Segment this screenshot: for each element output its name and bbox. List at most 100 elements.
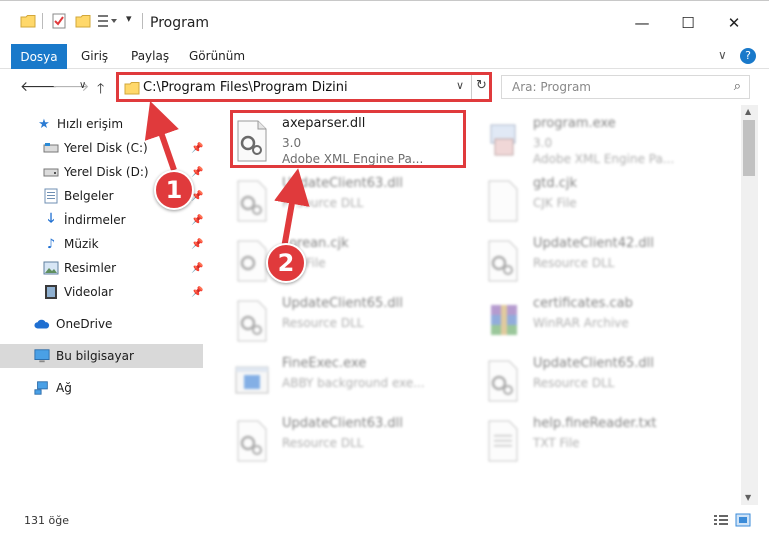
search-icon[interactable]: ⌕ bbox=[734, 79, 741, 94]
file-item[interactable]: UpdateClient42.dll Resource DLL bbox=[465, 229, 705, 289]
minimize-button[interactable]: — bbox=[622, 9, 662, 37]
help-icon[interactable]: ? bbox=[740, 48, 756, 64]
file-item[interactable]: UpdateClient63.dll Resource DLL bbox=[214, 409, 454, 469]
dll-gear-icon bbox=[234, 419, 270, 463]
computer-icon bbox=[34, 348, 50, 364]
download-icon: 🡓 bbox=[47, 211, 55, 226]
folder-icon bbox=[124, 80, 140, 99]
step-1-badge: 1 bbox=[154, 170, 194, 210]
recent-locations-icon[interactable]: ∨ bbox=[79, 80, 86, 91]
file-item[interactable]: certificates.cab WinRAR Archive bbox=[465, 289, 705, 349]
file-description: Adobe XML Engine Pa... bbox=[533, 152, 675, 166]
item-count: 131 öğe bbox=[24, 514, 69, 527]
search-box[interactable]: Ara: Program ⌕ bbox=[501, 75, 750, 99]
tab-view[interactable]: Görünüm bbox=[189, 49, 245, 63]
search-input[interactable]: Ara: Program bbox=[512, 80, 591, 94]
text-file-icon bbox=[485, 419, 521, 463]
pin-icon[interactable]: 📌 bbox=[191, 215, 203, 226]
file-name: gtd.cjk bbox=[533, 176, 578, 191]
refresh-icon[interactable]: ↻ bbox=[476, 78, 487, 93]
file-name: UpdateClient65.dll bbox=[282, 296, 403, 311]
scroll-up-icon[interactable]: ▲ bbox=[745, 107, 751, 116]
pin-icon[interactable]: 📌 bbox=[191, 287, 203, 298]
file-name: help.fineReader.txt bbox=[533, 416, 657, 431]
file-item[interactable]: program.exe 3.0 Adobe XML Engine Pa... bbox=[465, 109, 705, 169]
properties-icon[interactable] bbox=[51, 13, 67, 32]
nav-item-onedrive[interactable]: OneDrive bbox=[0, 312, 203, 336]
folder-icon bbox=[20, 13, 36, 32]
nav-item-quick-access[interactable]: ★ Hızlı erişim bbox=[0, 112, 203, 136]
address-path[interactable]: C:\Program Files\Program Dizini bbox=[143, 80, 348, 95]
nav-item-music[interactable]: ♪ Müzik 📌 bbox=[0, 232, 204, 256]
file-name: FineExec.exe bbox=[282, 356, 367, 371]
pin-icon[interactable]: 📌 bbox=[191, 167, 203, 178]
dll-gear-icon bbox=[234, 239, 270, 283]
large-icons-view-icon[interactable] bbox=[735, 513, 751, 527]
scroll-thumb[interactable] bbox=[743, 120, 755, 176]
file-item[interactable]: UpdateClient63.dll Resource DLL bbox=[214, 169, 454, 229]
scroll-down-icon[interactable]: ▼ bbox=[745, 493, 751, 502]
file-item[interactable]: UpdateClient65.dll Resource DLL bbox=[465, 349, 705, 409]
nav-label: Yerel Disk (D:) bbox=[64, 165, 149, 179]
file-name: UpdateClient63.dll bbox=[282, 416, 403, 431]
navigation-pane: ★ Hızlı erişim Yerel Disk (C:) 📌 Yerel D… bbox=[0, 105, 210, 505]
step-2-badge: 2 bbox=[266, 243, 306, 283]
nav-label: Ağ bbox=[56, 381, 72, 395]
pin-icon[interactable]: 📌 bbox=[191, 263, 203, 274]
file-name: UpdateClient63.dll bbox=[282, 176, 403, 191]
view-options-icon[interactable] bbox=[97, 13, 119, 32]
picture-icon bbox=[43, 260, 59, 276]
customize-toolbar-icon[interactable]: ▾ bbox=[126, 12, 132, 25]
nav-item-disk-c[interactable]: Yerel Disk (C:) 📌 bbox=[0, 136, 203, 160]
file-version: 3.0 bbox=[533, 136, 553, 150]
nav-item-videos[interactable]: Videolar 📌 bbox=[0, 280, 203, 304]
nav-label: Videolar bbox=[64, 285, 114, 299]
nav-item-network[interactable]: Ağ bbox=[0, 376, 203, 400]
chevron-down-icon[interactable]: ∨ bbox=[456, 79, 464, 92]
dll-gear-icon bbox=[485, 239, 521, 283]
document-icon bbox=[43, 188, 59, 204]
nav-label: Belgeler bbox=[64, 189, 114, 203]
file-item[interactable]: FineExec.exe ABBY background exe... bbox=[214, 349, 454, 409]
file-highlight-box bbox=[230, 110, 466, 168]
video-icon bbox=[43, 284, 59, 300]
tab-home[interactable]: Giriş bbox=[81, 49, 108, 63]
close-button[interactable]: ✕ bbox=[714, 9, 754, 37]
ribbon-tabs: Dosya Giriş Paylaş Görünüm ∨ ? bbox=[0, 44, 769, 69]
drive-icon bbox=[43, 140, 59, 156]
pin-icon[interactable]: 📌 bbox=[191, 143, 203, 154]
drive-icon bbox=[43, 164, 59, 180]
file-name: certificates.cab bbox=[533, 296, 633, 311]
window-title: Program bbox=[150, 15, 210, 31]
tab-file[interactable]: Dosya bbox=[11, 44, 67, 69]
title-bar: ▾ Program — ☐ ✕ bbox=[0, 0, 769, 44]
file-item[interactable]: korean.cjk CJK File bbox=[214, 229, 454, 289]
file-name: program.exe bbox=[533, 116, 616, 131]
expand-ribbon-icon[interactable]: ∨ bbox=[718, 48, 727, 62]
nav-label: Resimler bbox=[64, 261, 117, 275]
file-item[interactable]: UpdateClient65.dll Resource DLL bbox=[214, 289, 454, 349]
pin-icon[interactable]: 📌 bbox=[191, 239, 203, 250]
file-description: ABBY background exe... bbox=[282, 376, 425, 390]
tab-share[interactable]: Paylaş bbox=[131, 49, 169, 63]
nav-item-pictures[interactable]: Resimler 📌 bbox=[0, 256, 203, 280]
address-bar[interactable]: C:\Program Files\Program Dizini ∨ ↻ bbox=[116, 72, 492, 102]
file-type: Resource DLL bbox=[533, 376, 615, 390]
file-item[interactable]: gtd.cjk CJK File bbox=[465, 169, 705, 229]
toolbar-separator bbox=[42, 13, 43, 29]
address-separator bbox=[471, 75, 472, 99]
vertical-scrollbar[interactable]: ▲ ▼ bbox=[741, 105, 758, 505]
new-folder-icon[interactable] bbox=[75, 13, 91, 32]
cloud-icon bbox=[34, 316, 50, 332]
file-type: WinRAR Archive bbox=[533, 316, 629, 330]
details-view-icon[interactable] bbox=[713, 513, 729, 527]
dll-gear-icon bbox=[234, 299, 270, 343]
nav-item-downloads[interactable]: 🡓 İndirmeler 📌 bbox=[0, 208, 204, 232]
music-icon: ♪ bbox=[46, 236, 56, 252]
nav-item-this-pc[interactable]: Bu bilgisayar bbox=[0, 344, 203, 368]
maximize-button[interactable]: ☐ bbox=[668, 9, 708, 37]
up-arrow-icon[interactable]: 🡑 bbox=[97, 78, 104, 102]
file-type: CJK File bbox=[533, 196, 577, 210]
file-item[interactable]: help.fineReader.txt TXT File bbox=[465, 409, 705, 469]
blank-file-icon bbox=[485, 179, 521, 223]
